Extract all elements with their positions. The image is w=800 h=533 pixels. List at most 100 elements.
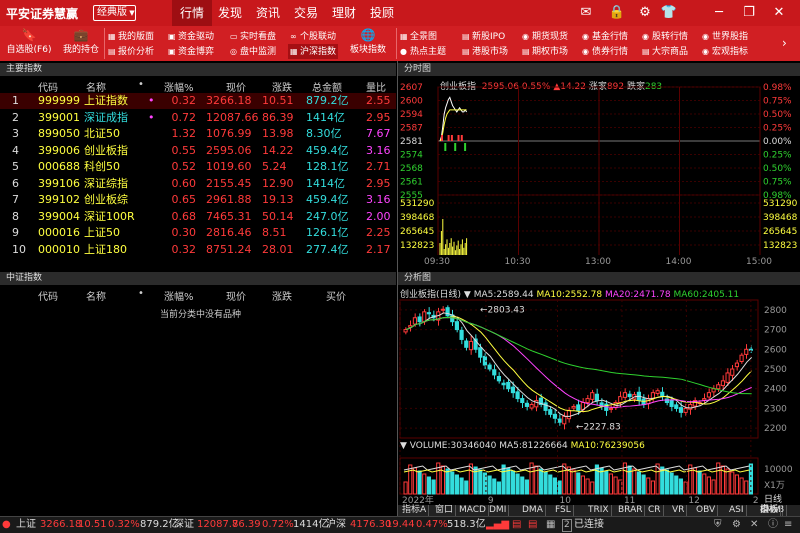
indicator-tab[interactable]: 窗口: [433, 505, 457, 516]
sh-label[interactable]: 上证: [16, 517, 36, 533]
ipo-button[interactable]: ▤ 新股IPO: [462, 29, 505, 44]
indicator-tab[interactable]: CR: [646, 505, 664, 516]
candle-body: [529, 403, 534, 409]
version-select[interactable]: 经典版 ▼: [93, 5, 136, 21]
holdings-button[interactable]: 💼 我的持仓: [60, 26, 102, 61]
lock-icon[interactable]: 🔒: [608, 4, 626, 22]
bond-label: 债券行情: [592, 47, 629, 57]
menu-discover[interactable]: 发现: [210, 0, 250, 26]
info-icon[interactable]: ⓘ: [768, 517, 778, 533]
col-change[interactable]: 涨跌: [272, 79, 292, 94]
col-price[interactable]: 现价: [226, 79, 246, 94]
table-row[interactable]: 1 999999 上证指数 • 0.32 3266.18 10.51 879.2亿 2.55: [0, 93, 396, 109]
chart-icon[interactable]: ▤: [512, 517, 521, 533]
indicator-tab[interactable]: 模板: [758, 505, 782, 516]
two-icon[interactable]: 2: [562, 519, 572, 532]
col-bid[interactable]: 买价: [326, 288, 346, 303]
menu-news[interactable]: 资讯: [248, 0, 288, 26]
indicator-tab[interactable]: DMA: [520, 505, 546, 516]
mail-icon[interactable]: ✉: [577, 4, 595, 22]
world-index-button[interactable]: ◉ 世界股指: [702, 29, 748, 44]
trend-icon[interactable]: ▤: [528, 517, 537, 533]
col-change[interactable]: 涨跌: [272, 288, 292, 303]
hk-market-button[interactable]: ▤ 港股市场: [462, 44, 508, 59]
candle-body: [478, 347, 483, 358]
commodity-button[interactable]: ▤ 大宗商品: [642, 44, 688, 59]
macro-button[interactable]: ◉ 宏观指标: [702, 44, 748, 59]
table-row[interactable]: 2 399001 深证成指 • 0.72 12087.66 86.39 1414亿 2.95: [0, 110, 396, 126]
restore-icon[interactable]: ❐: [740, 4, 758, 22]
dropdown-icon[interactable]: ▼: [400, 441, 407, 451]
table-row[interactable]: 9 000016 上证50 0.30 2816.46 8.51 126.1亿 2.25: [0, 225, 396, 241]
settings-icon[interactable]: ⚙: [732, 517, 741, 533]
candle-body: [557, 418, 562, 423]
menu-icon[interactable]: ≡: [784, 517, 792, 533]
indicator-tab[interactable]: BRAR: [616, 505, 646, 516]
indicator-tab[interactable]: ASI: [727, 505, 747, 516]
indicator-tab[interactable]: TRIX: [586, 505, 612, 516]
col-pct[interactable]: 涨幅%: [164, 288, 194, 303]
minimize-icon[interactable]: ─: [710, 4, 728, 22]
table-row[interactable]: 7 399102 创业板综 0.65 2961.88 19.13 459.4亿 3.16: [0, 192, 396, 208]
table-row[interactable]: 8 399004 深证100R 0.68 7465.31 50.14 247.0亿 2.00: [0, 209, 396, 225]
fund-game-button[interactable]: ▣ 资金博弈: [168, 44, 214, 59]
indicator-tab[interactable]: FSL: [553, 505, 574, 516]
commodity-label: 大宗商品: [652, 47, 689, 57]
futures-button[interactable]: ◉ 期货现货: [522, 29, 568, 44]
plate-index-button[interactable]: 🌐 板块指数: [346, 26, 390, 61]
col-code[interactable]: 代码: [38, 79, 58, 94]
col-code[interactable]: 代码: [38, 288, 58, 303]
menu-finance[interactable]: 理财: [324, 0, 364, 26]
indicator-tab[interactable]: DMI: [487, 505, 510, 516]
kline-chart[interactable]: 2800 2700 2600 2500 2400 2300 2200 ←2803.43 ←222…: [398, 298, 800, 505]
row-volume-ratio: 2.25: [366, 226, 391, 239]
intraday-monitor-button[interactable]: ◎ 盘中监测: [230, 44, 276, 59]
panorama-button[interactable]: ▦ 全景图: [400, 29, 437, 44]
table-row[interactable]: 5 000688 科创50 0.52 1019.60 5.24 128.1亿 2.71: [0, 159, 396, 175]
table-row[interactable]: 3 899050 北证50 1.32 1076.99 13.98 8.30亿 7.67: [0, 126, 396, 142]
period-label[interactable]: 日线: [764, 492, 782, 505]
row-name: 北证50: [84, 127, 120, 140]
gear-icon[interactable]: ⚙: [636, 4, 654, 22]
hot-topic-button[interactable]: ● 热点主题: [400, 44, 446, 59]
stock-link-button[interactable]: ∞ 个股联动: [290, 29, 336, 44]
row-volume-ratio: 2.55: [366, 94, 391, 107]
col-name[interactable]: 名称: [86, 79, 106, 94]
table-row[interactable]: 6 399106 深证综指 0.60 2155.45 12.90 1414亿 2.95: [0, 176, 396, 192]
col-pct[interactable]: 涨幅%: [164, 79, 194, 94]
indicator-tab[interactable]: MACD: [457, 505, 489, 516]
col-name[interactable]: 名称: [86, 288, 106, 303]
fund-drive-button[interactable]: ▣ 资金驱动: [168, 29, 214, 44]
menu-quotes[interactable]: 行情: [172, 0, 212, 26]
shield-icon[interactable]: ⛨: [714, 517, 722, 533]
realtime-button[interactable]: ▭ 实时看盘: [230, 29, 276, 44]
col-price[interactable]: 现价: [226, 288, 246, 303]
vol-tick-right: 398468: [763, 213, 798, 223]
indicator-tab[interactable]: VR: [670, 505, 688, 516]
neeq-button[interactable]: ◉ 股转行情: [642, 29, 688, 44]
close-icon[interactable]: ✕: [770, 4, 788, 22]
menu-trade[interactable]: 交易: [286, 0, 326, 26]
shirt-icon[interactable]: 👕: [660, 4, 678, 22]
bond-button[interactable]: ◉ 债券行情: [582, 44, 628, 59]
sz-label[interactable]: 深证: [174, 517, 194, 533]
mute-icon[interactable]: ✕: [750, 517, 758, 533]
col-amount[interactable]: 总金额: [312, 79, 342, 94]
menu-advisor[interactable]: 投顾: [362, 0, 402, 26]
col-volume-ratio[interactable]: 量比: [366, 79, 386, 94]
chevron-right-icon[interactable]: ›: [782, 36, 787, 50]
hs-index-button[interactable]: ▦ 沪深指数: [288, 44, 339, 59]
indicator-tab[interactable]: 指标A: [400, 505, 430, 516]
table-row[interactable]: 4 399006 创业板指 0.55 2595.06 14.22 459.4亿 3.16: [0, 143, 396, 159]
fund-quote-button[interactable]: ◉ 基金行情: [582, 29, 628, 44]
row-number: 8: [12, 209, 19, 223]
timeshare-chart[interactable]: 2607 0.98% 2600 0.75% 2594 0.50% 2587 0.25% 2581…: [398, 77, 800, 272]
table-row[interactable]: 10 000010 上证180 0.32 8751.24 28.01 277.4亿 2.17: [0, 242, 396, 258]
my-layout-button[interactable]: ▦ 我的版面: [108, 29, 154, 44]
indicator-tab[interactable]: OBV: [694, 505, 719, 516]
quote-analysis-button[interactable]: ▤ 报价分析: [108, 44, 154, 59]
grid-icon[interactable]: ▦: [546, 517, 555, 533]
hs-label[interactable]: 沪深: [326, 517, 346, 533]
options-button[interactable]: ▤ 期权市场: [522, 44, 568, 59]
self-select-button[interactable]: 🔖 自选股(F6): [6, 26, 52, 61]
